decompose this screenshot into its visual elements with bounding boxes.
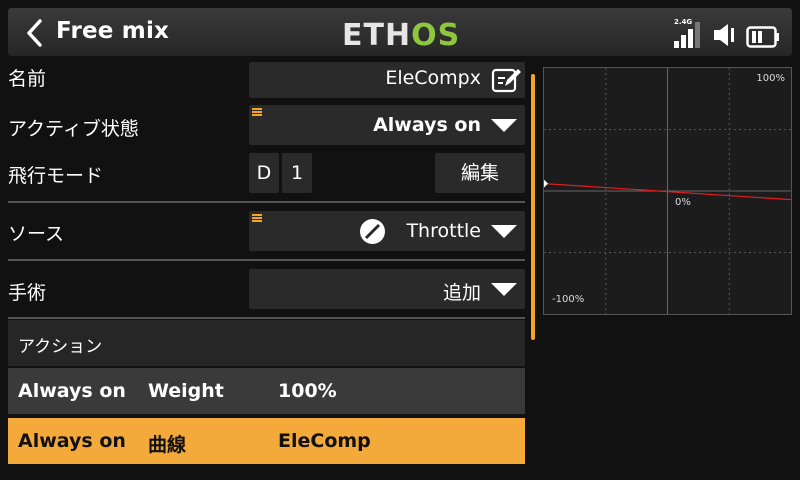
option-marker-icon [252, 214, 262, 222]
graph-bottom-label: -100% [552, 294, 585, 305]
dropdown-arrow-icon [491, 225, 517, 238]
action-condition: Always on [18, 430, 126, 452]
page-title: Free mix [56, 18, 170, 44]
active-state-dropdown[interactable]: Always on [249, 105, 525, 145]
action-row-curve[interactable]: Always on 曲線 EleComp [8, 418, 525, 464]
divider [8, 259, 525, 261]
action-row-weight[interactable]: Always on Weight 100% [8, 368, 525, 414]
flight-mode-label: 飛行モード [8, 165, 104, 187]
curve-plot [544, 68, 791, 314]
action-condition: Always on [18, 380, 126, 402]
operation-value: 追加 [442, 282, 481, 304]
action-type: Weight [148, 380, 224, 402]
mix-curve-graph: 100% 0% -100% [543, 67, 792, 315]
divider [8, 317, 525, 319]
graph-mid-label: 0% [675, 197, 691, 208]
back-button[interactable] [18, 16, 52, 50]
source-dropdown[interactable]: Throttle [249, 211, 525, 251]
action-value: 100% [278, 380, 337, 402]
actions-section-header: アクション [8, 320, 525, 366]
speaker-icon[interactable] [712, 22, 736, 48]
flight-mode-box-d[interactable]: D [249, 153, 279, 193]
name-field[interactable]: EleCompx [249, 62, 525, 98]
source-type-icon [360, 219, 385, 244]
name-value: EleCompx [385, 67, 481, 89]
flight-mode-edit-button[interactable]: 編集 [435, 153, 525, 193]
status-icons: 2.4G [674, 18, 780, 48]
actions-header-label: アクション [18, 337, 103, 357]
dropdown-arrow-icon [491, 283, 517, 296]
signal-band-label: 2.4G [674, 18, 693, 26]
curve-position-marker [544, 179, 548, 188]
signal-strength-icon: 2.4G [674, 18, 702, 48]
battery-icon [746, 26, 779, 48]
option-marker-icon [252, 108, 262, 116]
source-value: Throttle [406, 220, 481, 242]
dropdown-arrow-icon [491, 119, 517, 132]
chevron-left-icon [27, 19, 42, 47]
active-state-label: アクティブ状態 [8, 118, 139, 140]
graph-top-label: 100% [756, 73, 785, 84]
top-bar: Free mix ETHOS 2.4G [8, 8, 792, 56]
operation-dropdown[interactable]: 追加 [249, 269, 525, 309]
operation-label: 手術 [8, 282, 47, 304]
scrollbar[interactable] [531, 74, 535, 340]
ethos-logo: ETHOS [342, 18, 461, 53]
flight-mode-box-1[interactable]: 1 [282, 153, 312, 193]
name-label: 名前 [8, 68, 47, 90]
action-value: EleComp [278, 430, 371, 452]
source-label: ソース [8, 223, 65, 245]
edit-icon [491, 68, 521, 93]
divider [8, 201, 525, 203]
active-state-value: Always on [373, 114, 481, 136]
action-type: 曲線 [148, 434, 187, 456]
